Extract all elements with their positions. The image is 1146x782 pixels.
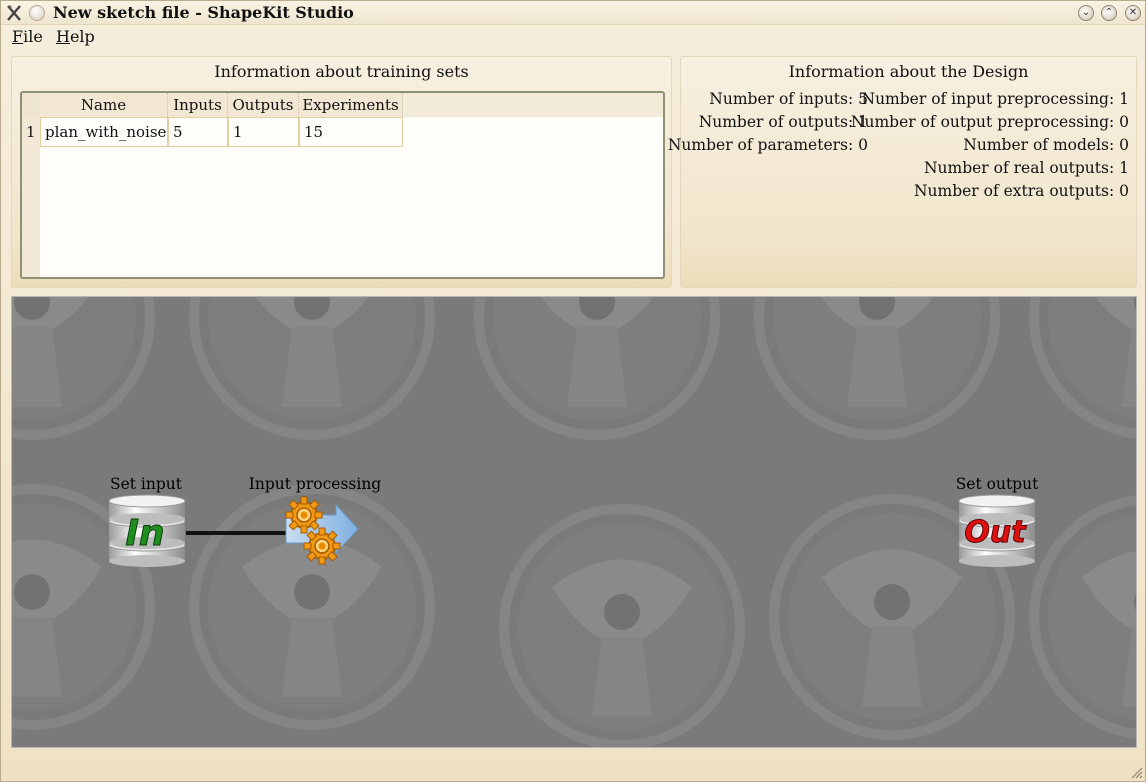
- number-of-parameters: Number of parameters: 0: [667, 136, 868, 154]
- number-of-models: Number of models: 0: [963, 136, 1129, 154]
- cell-outputs[interactable]: 1: [228, 117, 299, 147]
- set-output-label: Set output: [955, 475, 1039, 493]
- number-of-input-preprocessing: Number of input preprocessing: 1: [861, 90, 1129, 108]
- menu-help-accel: H: [56, 27, 70, 46]
- column-header-inputs[interactable]: Inputs: [168, 93, 228, 117]
- number-of-output-preprocessing: Number of output preprocessing: 0: [850, 113, 1129, 131]
- close-button[interactable]: ✕: [1125, 5, 1141, 21]
- design-canvas[interactable]: Set input In Input processing Set output…: [11, 296, 1137, 748]
- cell-experiments[interactable]: 15: [299, 117, 403, 147]
- in-icon-text: In: [125, 513, 164, 554]
- menu-file-accel: F: [12, 27, 24, 46]
- number-of-outputs: Number of outputs: 1: [698, 113, 868, 131]
- column-header-outputs[interactable]: Outputs: [228, 93, 299, 117]
- menu-file[interactable]: File: [12, 27, 43, 46]
- input-processing-label: Input processing: [248, 475, 382, 493]
- menu-help-label: elp: [69, 27, 95, 46]
- set-input-label: Set input: [109, 475, 183, 493]
- training-sets-title: Information about training sets: [214, 62, 469, 81]
- number-of-real-outputs: Number of real outputs: 1: [923, 159, 1129, 177]
- menu-file-label: ile: [23, 27, 43, 46]
- minimize-button[interactable]: ⌄: [1078, 5, 1094, 21]
- menu-help[interactable]: Help: [56, 27, 95, 46]
- number-of-extra-outputs: Number of extra outputs: 0: [913, 182, 1129, 200]
- design-info-title: Information about the Design: [788, 62, 1029, 81]
- column-header-name[interactable]: Name: [40, 93, 168, 117]
- database-in-icon[interactable]: In: [107, 493, 187, 573]
- main-window: New sketch file - ShapeKit Studio ⌄ ⌃ ✕ …: [0, 0, 1146, 782]
- column-header-experiments[interactable]: Experiments: [299, 93, 403, 117]
- on-all-desktops-button[interactable]: [29, 5, 45, 21]
- row-number[interactable]: 1: [26, 117, 36, 147]
- cell-name[interactable]: plan_with_noise: [40, 117, 168, 147]
- out-icon-text: Out: [964, 515, 1027, 550]
- window-title: New sketch file - ShapeKit Studio: [53, 3, 354, 22]
- database-out-icon[interactable]: Out: [957, 493, 1037, 573]
- training-sets-panel: Information about training sets Name Inp…: [11, 56, 672, 288]
- resize-grip-icon[interactable]: [1129, 765, 1143, 779]
- connection-link[interactable]: [186, 531, 286, 535]
- title-bar[interactable]: New sketch file - ShapeKit Studio ⌄ ⌃ ✕: [1, 1, 1145, 25]
- training-sets-table[interactable]: Name Inputs Outputs Experiments 1 plan_w…: [20, 91, 665, 279]
- design-info-panel: Information about the Design Number of i…: [668, 56, 1137, 288]
- table-corner[interactable]: [22, 93, 40, 117]
- maximize-button[interactable]: ⌃: [1101, 5, 1117, 21]
- menu-bar: File Help: [1, 25, 1145, 49]
- cell-inputs[interactable]: 5: [168, 117, 228, 147]
- number-of-inputs: Number of inputs: 5: [709, 90, 868, 108]
- app-menu-icon[interactable]: [5, 4, 23, 22]
- gears-arrow-icon[interactable]: [276, 493, 360, 577]
